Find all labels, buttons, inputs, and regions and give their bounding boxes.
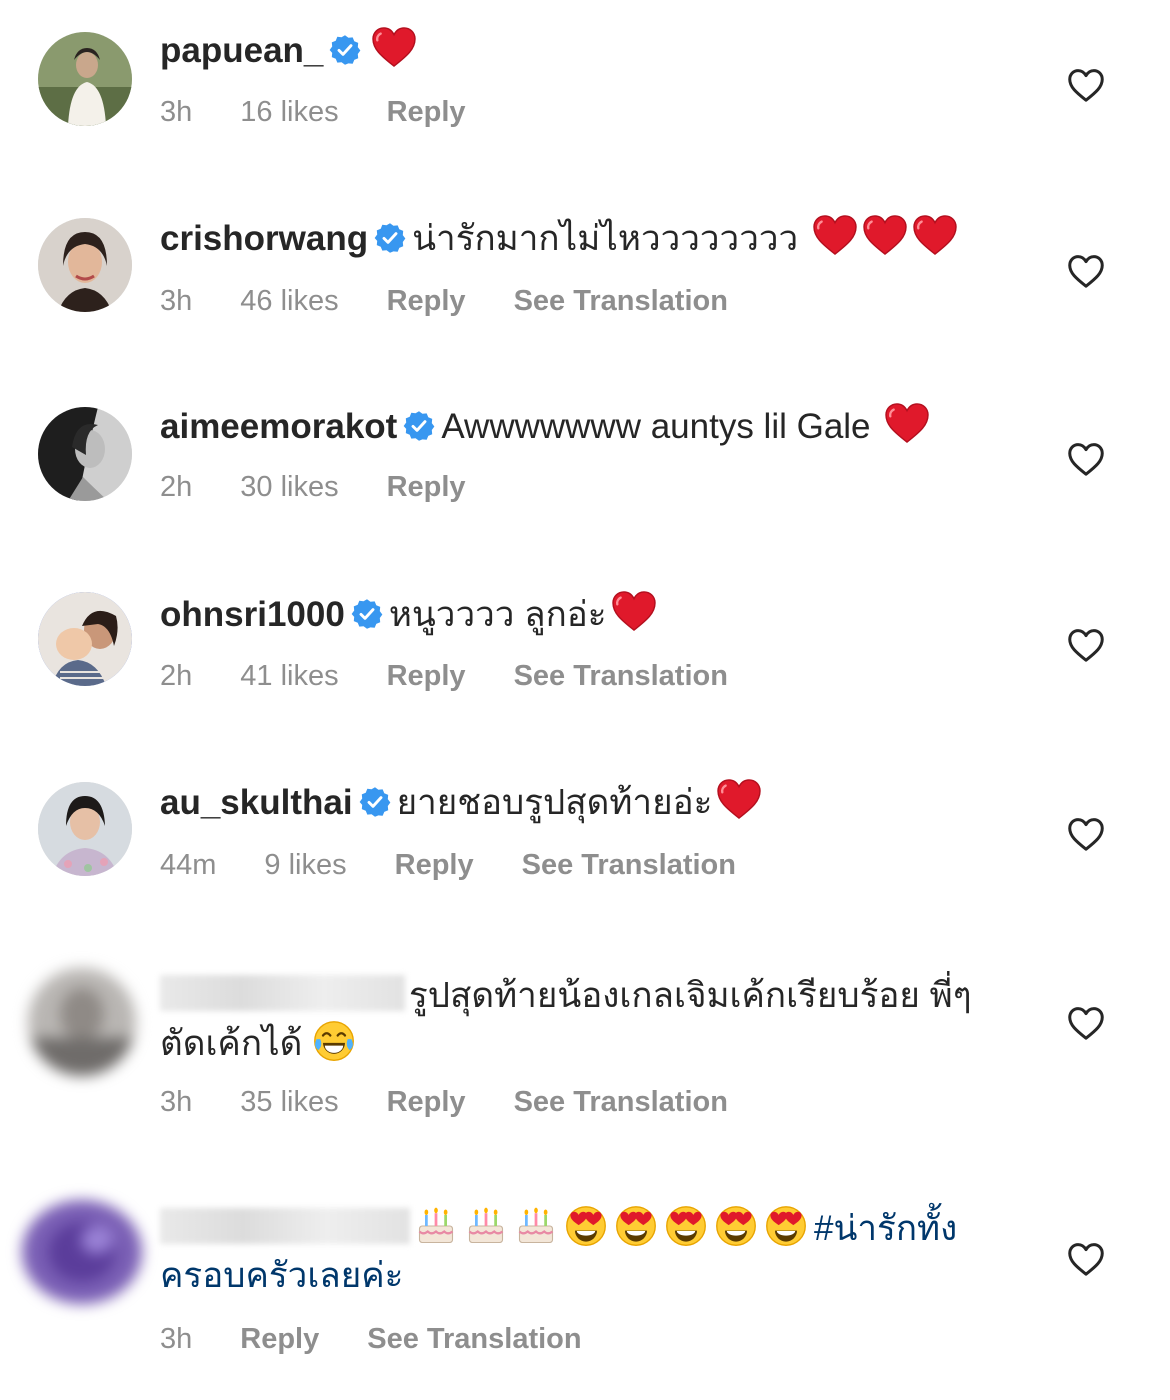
comment-meta: 3h 16 likes Reply — [160, 96, 514, 129]
birthday-cake-emoji-icon — [464, 1204, 508, 1248]
like-heart-icon[interactable] — [1066, 1240, 1106, 1280]
reply-button[interactable]: Reply — [395, 849, 474, 881]
avatar[interactable] — [38, 782, 132, 876]
heart-eyes-emoji-icon — [614, 1204, 658, 1248]
reply-button[interactable]: Reply — [240, 1323, 319, 1355]
like-heart-icon[interactable] — [1066, 66, 1106, 106]
verified-badge-icon — [351, 598, 383, 630]
avatar[interactable] — [38, 592, 132, 686]
username[interactable]: au_skulthai — [160, 783, 353, 822]
comment-line: ohnsri1000 หนูวววว ลูกอ่ะ — [160, 590, 1020, 640]
like-heart-icon[interactable] — [1066, 1004, 1106, 1044]
timestamp: 2h — [160, 660, 193, 692]
comment-line: au_skulthai ยายชอบรูปสุดท้ายอ่ะ — [160, 778, 1020, 828]
username[interactable]: ohnsri1000 — [160, 595, 345, 634]
likes-count[interactable]: 30 likes — [240, 471, 338, 503]
red-heart-emoji-icon — [812, 214, 858, 256]
comment-meta: 44m 9 likes Reply See Translation — [160, 849, 784, 882]
red-heart-emoji-icon — [716, 778, 762, 820]
red-heart-emoji-icon — [611, 590, 657, 632]
timestamp: 3h — [160, 96, 193, 128]
comment-text: น่ารักมากไม่ไหวววววววว — [412, 219, 799, 258]
timestamp: 3h — [160, 1323, 193, 1355]
timestamp: 2h — [160, 471, 193, 503]
heart-eyes-emoji-icon — [664, 1204, 708, 1248]
see-translation-button[interactable]: See Translation — [514, 285, 728, 317]
heart-eyes-emoji-icon — [714, 1204, 758, 1248]
username[interactable]: aimeemorakot — [160, 407, 397, 446]
timestamp: 3h — [160, 285, 193, 317]
avatar[interactable] — [38, 32, 132, 126]
reply-button[interactable]: Reply — [387, 471, 466, 503]
red-heart-emoji-icon — [862, 214, 908, 256]
username[interactable]: papuean_ — [160, 31, 323, 70]
like-heart-icon[interactable] — [1066, 626, 1106, 666]
avatar[interactable] — [22, 1200, 142, 1304]
comment-meta: 3h Reply See Translation — [160, 1323, 630, 1356]
likes-count[interactable]: 35 likes — [240, 1086, 338, 1118]
verified-badge-icon — [374, 222, 406, 254]
reply-button[interactable]: Reply — [387, 1086, 466, 1118]
face-with-tears-of-joy-emoji-icon — [312, 1019, 356, 1063]
avatar[interactable] — [38, 407, 132, 501]
comment-text: หนูวววว ลูกอ่ะ — [388, 595, 607, 634]
comment-line: รูปสุดท้ายน้องเกลเจิมเค้กเรียบร้อย พี่ๆต… — [160, 972, 980, 1067]
comment-meta: 3h 35 likes Reply See Translation — [160, 1086, 776, 1119]
red-heart-emoji-icon — [912, 214, 958, 256]
likes-count[interactable]: 16 likes — [240, 96, 338, 128]
birthday-cake-emoji-icon — [414, 1204, 458, 1248]
see-translation-button[interactable]: See Translation — [522, 849, 736, 881]
comment-meta: 2h 41 likes Reply See Translation — [160, 660, 776, 693]
timestamp: 3h — [160, 1086, 193, 1118]
likes-count[interactable]: 41 likes — [240, 660, 338, 692]
avatar[interactable] — [38, 218, 132, 312]
birthday-cake-emoji-icon — [514, 1204, 558, 1248]
verified-badge-icon — [359, 786, 391, 818]
verified-badge-icon — [403, 410, 435, 442]
likes-count[interactable]: 9 likes — [264, 849, 346, 881]
reply-button[interactable]: Reply — [387, 96, 466, 128]
comment-text: Awwwwwww auntys lil Gale — [441, 407, 871, 446]
comment-line: crishorwang น่ารักมากไม่ไหวววววววว — [160, 214, 1020, 264]
blurred-username[interactable] — [160, 1208, 410, 1244]
like-heart-icon[interactable] — [1066, 440, 1106, 480]
comment-meta: 3h 46 likes Reply See Translation — [160, 285, 776, 318]
verified-badge-icon — [329, 34, 361, 66]
likes-count[interactable]: 46 likes — [240, 285, 338, 317]
see-translation-button[interactable]: See Translation — [514, 1086, 728, 1118]
heart-eyes-emoji-icon — [764, 1204, 808, 1248]
comment-line: aimeemorakot Awwwwwww auntys lil Gale — [160, 402, 1020, 452]
like-heart-icon[interactable] — [1066, 252, 1106, 292]
avatar[interactable] — [28, 968, 136, 1076]
comment-meta: 2h 30 likes Reply — [160, 471, 514, 504]
red-heart-emoji-icon — [371, 26, 417, 68]
reply-button[interactable]: Reply — [387, 285, 466, 317]
timestamp: 44m — [160, 849, 217, 881]
see-translation-button[interactable]: See Translation — [367, 1323, 581, 1355]
username[interactable]: crishorwang — [160, 219, 368, 258]
comment-line: papuean_ — [160, 26, 1020, 76]
comment-line: #น่ารักทั้งครอบครัวเลยค่ะ — [160, 1204, 1020, 1299]
blurred-username[interactable] — [160, 975, 405, 1011]
red-heart-emoji-icon — [884, 402, 930, 444]
reply-button[interactable]: Reply — [387, 660, 466, 692]
heart-eyes-emoji-icon — [564, 1204, 608, 1248]
see-translation-button[interactable]: See Translation — [514, 660, 728, 692]
comment-text: ยายชอบรูปสุดท้ายอ่ะ — [396, 783, 713, 822]
like-heart-icon[interactable] — [1066, 815, 1106, 855]
